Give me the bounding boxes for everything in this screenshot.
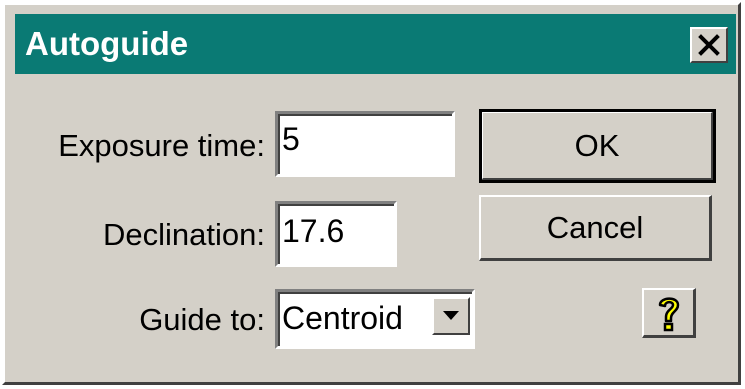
cancel-button-label: Cancel [546,209,644,245]
declination-input[interactable]: 17.6 [275,201,397,267]
guide-to-label: Guide to: [139,302,265,337]
title-bar[interactable]: Autoguide [15,14,736,74]
close-x-icon [698,34,720,56]
ok-button-label: OK [574,127,620,163]
window-title: Autoguide [25,25,189,62]
guide-to-dropdown-button[interactable] [432,297,470,335]
help-button[interactable] [642,288,696,338]
cancel-button[interactable]: Cancel [479,195,712,261]
exposure-time-input[interactable]: 5 [275,111,455,177]
ok-button[interactable]: OK [479,109,716,183]
chevron-down-icon [443,311,459,320]
declination-label: Declination: [103,217,265,252]
close-button[interactable] [690,27,728,63]
autoguide-dialog: Autoguide Exposure time: 5 Declination: … [2,2,741,385]
question-mark-icon [658,296,679,331]
guide-to-value: Centroid [282,300,403,336]
exposure-time-label: Exposure time: [58,128,265,163]
